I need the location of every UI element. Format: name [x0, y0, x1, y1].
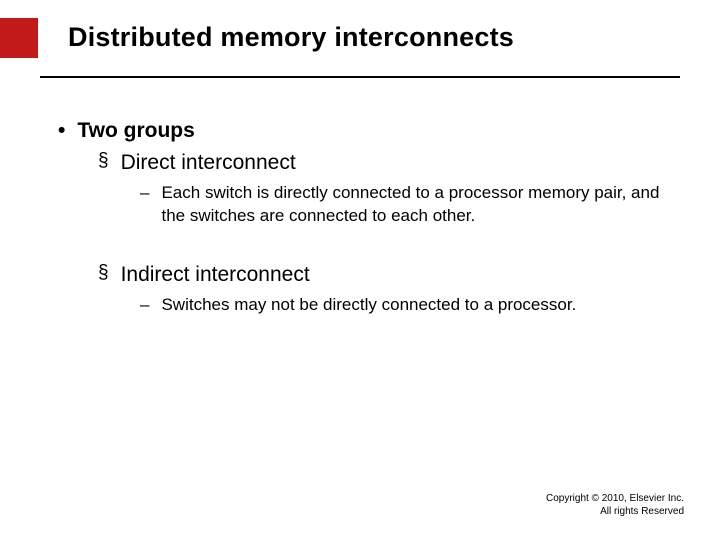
spacer	[58, 227, 672, 255]
copyright-footer: Copyright © 2010, Elsevier Inc. All righ…	[546, 492, 684, 518]
bullet-lvl3: – Each switch is directly connected to a…	[140, 182, 672, 226]
bullet-dot-icon: •	[58, 118, 65, 143]
slide: Distributed memory interconnects • Two g…	[0, 0, 720, 540]
bullet-lvl2: § Direct interconnect	[98, 149, 672, 176]
slide-title: Distributed memory interconnects	[68, 22, 514, 53]
content-area: • Two groups § Direct interconnect – Eac…	[58, 118, 672, 316]
bullet-lvl1: • Two groups	[58, 118, 672, 143]
bullet-lvl3-text: Switches may not be directly connected t…	[161, 294, 576, 316]
bullet-lvl2: § Indirect interconnect	[98, 261, 672, 288]
bullet-lvl3: – Switches may not be directly connected…	[140, 294, 672, 316]
copyright-line2: All rights Reserved	[546, 505, 684, 518]
bullet-lvl2-text: Direct interconnect	[121, 149, 296, 176]
bullet-square-icon: §	[98, 149, 109, 174]
bullet-dash-icon: –	[140, 294, 149, 316]
bullet-lvl1-text: Two groups	[77, 118, 194, 143]
title-divider	[40, 76, 680, 78]
bullet-square-icon: §	[98, 261, 109, 286]
accent-tab	[0, 18, 38, 58]
bullet-dash-icon: –	[140, 182, 149, 204]
bullet-lvl3-text: Each switch is directly connected to a p…	[161, 182, 672, 226]
bullet-lvl2-text: Indirect interconnect	[121, 261, 310, 288]
copyright-line1: Copyright © 2010, Elsevier Inc.	[546, 492, 684, 505]
